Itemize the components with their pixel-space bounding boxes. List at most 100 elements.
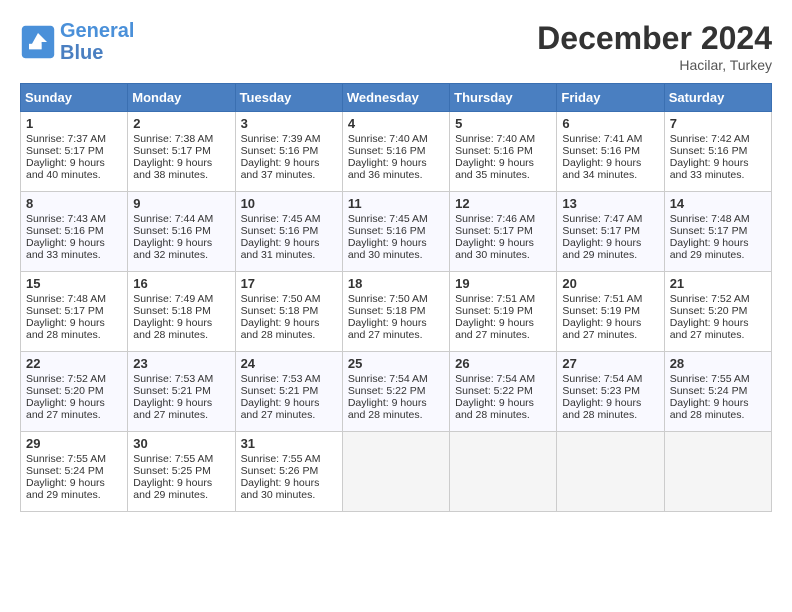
day-number: 26	[455, 356, 551, 371]
sunrise-text: Sunrise: 7:39 AM	[241, 133, 321, 145]
calendar-cell: 7Sunrise: 7:42 AMSunset: 5:16 PMDaylight…	[664, 112, 771, 192]
weekday-header-friday: Friday	[557, 84, 664, 112]
logo-icon	[20, 24, 56, 60]
calendar-cell: 25Sunrise: 7:54 AMSunset: 5:22 PMDayligh…	[342, 352, 449, 432]
sunrise-text: Sunrise: 7:53 AM	[133, 373, 213, 385]
logo-text: General Blue	[60, 20, 134, 64]
title-block: December 2024 Hacilar, Turkey	[537, 20, 772, 73]
calendar-cell: 30Sunrise: 7:55 AMSunset: 5:25 PMDayligh…	[128, 432, 235, 512]
calendar-cell: 1Sunrise: 7:37 AMSunset: 5:17 PMDaylight…	[21, 112, 128, 192]
sunrise-text: Sunrise: 7:48 AM	[670, 213, 750, 225]
daylight-text: Daylight: 9 hours and 33 minutes.	[26, 237, 105, 261]
weekday-header-saturday: Saturday	[664, 84, 771, 112]
sunrise-text: Sunrise: 7:51 AM	[455, 293, 535, 305]
sunset-text: Sunset: 5:18 PM	[241, 305, 319, 317]
calendar-cell: 8 Sunrise: 7:43 AMSunset: 5:16 PMDaylight…	[21, 192, 128, 272]
calendar-cell: 15Sunrise: 7:48 AMSunset: 5:17 PMDayligh…	[21, 272, 128, 352]
sunrise-text: Sunrise: 7:54 AM	[455, 373, 535, 385]
day-number: 9	[133, 196, 229, 211]
calendar-cell: 17Sunrise: 7:50 AMSunset: 5:18 PMDayligh…	[235, 272, 342, 352]
daylight-text: Daylight: 9 hours and 37 minutes.	[241, 157, 320, 181]
daylight-text: Daylight: 9 hours and 29 minutes.	[26, 477, 105, 501]
calendar-cell: 31Sunrise: 7:55 AMSunset: 5:26 PMDayligh…	[235, 432, 342, 512]
sunset-text: Sunset: 5:16 PM	[348, 225, 426, 237]
daylight-text: Daylight: 9 hours and 30 minutes.	[455, 237, 534, 261]
day-number: 29	[26, 436, 122, 451]
sunrise-text: Sunrise: 7:52 AM	[26, 373, 106, 385]
sunset-text: Sunset: 5:17 PM	[133, 145, 211, 157]
day-number: 13	[562, 196, 658, 211]
calendar-cell: 26 Sunrise: 7:54 AMSunset: 5:22 PMDayligh…	[450, 352, 557, 432]
sunrise-text: Sunrise: 7:48 AM	[26, 293, 106, 305]
sunrise-text: Sunrise: 7:55 AM	[670, 373, 750, 385]
sunset-text: Sunset: 5:16 PM	[26, 225, 104, 237]
calendar-week-row-5: 29Sunrise: 7:55 AMSunset: 5:24 PMDayligh…	[21, 432, 772, 512]
calendar-cell: 19Sunrise: 7:51 AMSunset: 5:19 PMDayligh…	[450, 272, 557, 352]
sunset-text: Sunset: 5:22 PM	[455, 385, 533, 397]
sunrise-text: Sunrise: 7:49 AM	[133, 293, 213, 305]
weekday-header-sunday: Sunday	[21, 84, 128, 112]
sunrise-text: Sunrise: 7:43 AM	[26, 213, 106, 225]
day-number: 20	[562, 276, 658, 291]
logo-line1: General	[60, 20, 134, 42]
page-header: General Blue December 2024 Hacilar, Turk…	[20, 20, 772, 73]
day-number: 15	[26, 276, 122, 291]
sunrise-text: Sunrise: 7:44 AM	[133, 213, 213, 225]
day-number: 30	[133, 436, 229, 451]
calendar-cell: 11 Sunrise: 7:45 AMSunset: 5:16 PMDayligh…	[342, 192, 449, 272]
sunset-text: Sunset: 5:25 PM	[133, 465, 211, 477]
logo: General Blue	[20, 20, 134, 64]
weekday-header-tuesday: Tuesday	[235, 84, 342, 112]
calendar-table: SundayMondayTuesdayWednesdayThursdayFrid…	[20, 83, 772, 512]
calendar-cell: 21Sunrise: 7:52 AMSunset: 5:20 PMDayligh…	[664, 272, 771, 352]
location: Hacilar, Turkey	[537, 57, 772, 73]
calendar-cell	[664, 432, 771, 512]
daylight-text: Daylight: 9 hours and 30 minutes.	[241, 477, 320, 501]
calendar-cell: 23Sunrise: 7:53 AMSunset: 5:21 PMDayligh…	[128, 352, 235, 432]
day-number: 10	[241, 196, 337, 211]
sunrise-text: Sunrise: 7:55 AM	[241, 453, 321, 465]
day-number: 23	[133, 356, 229, 371]
daylight-text: Daylight: 9 hours and 40 minutes.	[26, 157, 105, 181]
day-number: 7	[670, 116, 766, 131]
sunrise-text: Sunrise: 7:45 AM	[348, 213, 428, 225]
daylight-text: Daylight: 9 hours and 30 minutes.	[348, 237, 427, 261]
sunrise-text: Sunrise: 7:38 AM	[133, 133, 213, 145]
daylight-text: Daylight: 9 hours and 27 minutes.	[670, 317, 749, 341]
calendar-cell	[342, 432, 449, 512]
calendar-week-row-1: 1Sunrise: 7:37 AMSunset: 5:17 PMDaylight…	[21, 112, 772, 192]
sunrise-text: Sunrise: 7:53 AM	[241, 373, 321, 385]
daylight-text: Daylight: 9 hours and 36 minutes.	[348, 157, 427, 181]
calendar-week-row-2: 8Sunrise: 7:43 AMSunset: 5:16 PMDaylight…	[21, 192, 772, 272]
sunset-text: Sunset: 5:23 PM	[562, 385, 640, 397]
sunset-text: Sunset: 5:20 PM	[26, 385, 104, 397]
calendar-cell: 20Sunrise: 7:51 AMSunset: 5:19 PMDayligh…	[557, 272, 664, 352]
sunrise-text: Sunrise: 7:41 AM	[562, 133, 642, 145]
sunrise-text: Sunrise: 7:54 AM	[348, 373, 428, 385]
sunset-text: Sunset: 5:16 PM	[348, 145, 426, 157]
daylight-text: Daylight: 9 hours and 28 minutes.	[26, 317, 105, 341]
calendar-cell: 16Sunrise: 7:49 AMSunset: 5:18 PMDayligh…	[128, 272, 235, 352]
sunrise-text: Sunrise: 7:42 AM	[670, 133, 750, 145]
daylight-text: Daylight: 9 hours and 28 minutes.	[133, 317, 212, 341]
calendar-cell: 9Sunrise: 7:44 AMSunset: 5:16 PMDaylight…	[128, 192, 235, 272]
day-number: 8	[26, 196, 122, 211]
day-number: 5	[455, 116, 551, 131]
sunset-text: Sunset: 5:19 PM	[455, 305, 533, 317]
day-number: 11	[348, 196, 444, 211]
calendar-week-row-3: 15Sunrise: 7:48 AMSunset: 5:17 PMDayligh…	[21, 272, 772, 352]
calendar-cell: 13Sunrise: 7:47 AMSunset: 5:17 PMDayligh…	[557, 192, 664, 272]
day-number: 14	[670, 196, 766, 211]
sunset-text: Sunset: 5:17 PM	[670, 225, 748, 237]
logo-line2: Blue	[60, 42, 103, 64]
daylight-text: Daylight: 9 hours and 27 minutes.	[562, 317, 641, 341]
calendar-cell: 18Sunrise: 7:50 AMSunset: 5:18 PMDayligh…	[342, 272, 449, 352]
calendar-cell	[450, 432, 557, 512]
day-number: 12	[455, 196, 551, 211]
day-number: 4	[348, 116, 444, 131]
day-number: 31	[241, 436, 337, 451]
daylight-text: Daylight: 9 hours and 32 minutes.	[133, 237, 212, 261]
day-number: 1	[26, 116, 122, 131]
daylight-text: Daylight: 9 hours and 28 minutes.	[455, 397, 534, 421]
calendar-cell: 22Sunrise: 7:52 AMSunset: 5:20 PMDayligh…	[21, 352, 128, 432]
